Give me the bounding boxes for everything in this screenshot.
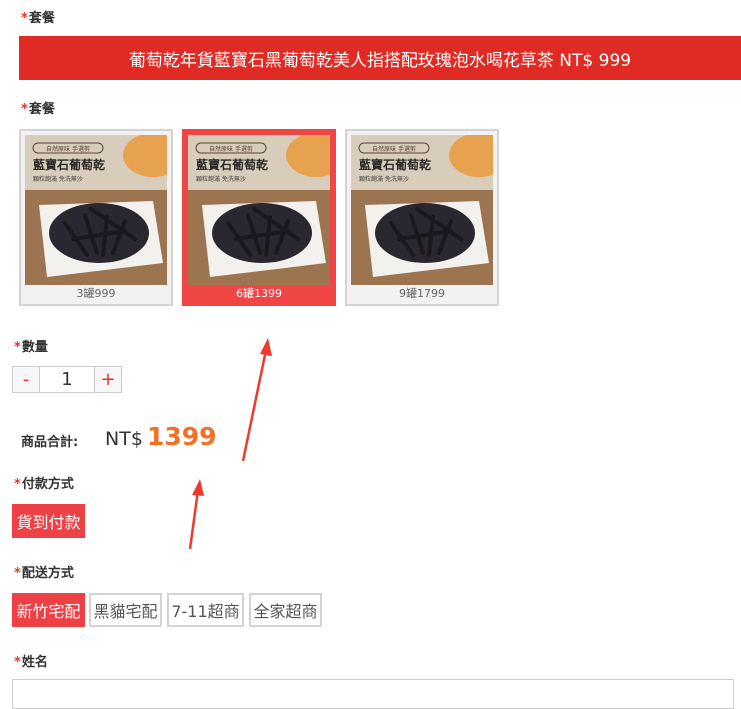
product-image-tagline: 自然原味 手選剪 bbox=[46, 145, 90, 153]
delivery-label: *配送方式 bbox=[14, 566, 74, 581]
package-banner[interactable]: 葡萄乾年貨藍寶石黑葡萄乾美人指搭配玫瑰泡水喝花草茶 NT$ 999 bbox=[19, 36, 741, 80]
package-caption: 9罐1799 bbox=[399, 287, 445, 300]
product-image: 自然原味 手選剪 藍寶石葡萄乾 顆粒飽滿 免洗無沙 bbox=[25, 135, 167, 285]
product-image-name: 藍寶石葡萄乾 bbox=[33, 157, 105, 172]
quantity-stepper: - 1 + bbox=[12, 366, 122, 393]
total-label: 商品合計: bbox=[21, 435, 79, 450]
arrow-up-icon bbox=[188, 479, 204, 550]
package-option-3-jars[interactable]: 自然原味 手選剪 藍寶石葡萄乾 顆粒飽滿 免洗無沙 3罐999 bbox=[19, 129, 173, 306]
delivery-option-black-cat[interactable]: 黑貓宅配 bbox=[89, 593, 162, 627]
package-caption: 3罐999 bbox=[76, 287, 116, 300]
total-currency: NT$ bbox=[105, 428, 143, 450]
total-amount: 1399 bbox=[147, 422, 217, 451]
product-image-subline: 顆粒飽滿 免洗無沙 bbox=[33, 175, 83, 183]
product-image-name: 藍寶石葡萄乾 bbox=[359, 157, 431, 172]
package-title-label: *套餐 bbox=[21, 11, 55, 26]
delivery-option-seven-eleven[interactable]: 7-11超商 bbox=[167, 593, 244, 627]
package-option-9-jars[interactable]: 自然原味 手選剪 藍寶石葡萄乾 顆粒飽滿 免洗無沙 9罐1799 bbox=[345, 129, 499, 306]
delivery-option-family-mart[interactable]: 全家超商 bbox=[249, 593, 322, 627]
annotation-arrows bbox=[188, 338, 272, 550]
payment-option-cod[interactable]: 貨到付款 bbox=[12, 504, 85, 538]
package-options-label: *套餐 bbox=[21, 102, 55, 117]
increment-button[interactable]: + bbox=[94, 367, 121, 392]
arrow-up-icon bbox=[241, 338, 272, 462]
product-image-tagline: 自然原味 手選剪 bbox=[209, 145, 253, 153]
package-caption: 6罐1399 bbox=[236, 287, 282, 300]
decrement-button[interactable]: - bbox=[13, 367, 40, 392]
name-input[interactable] bbox=[12, 679, 734, 709]
product-image: 自然原味 手選剪 藍寶石葡萄乾 顆粒飽滿 免洗無沙 bbox=[351, 135, 493, 285]
product-image-subline: 顆粒飽滿 免洗無沙 bbox=[359, 175, 409, 183]
product-image-name: 藍寶石葡萄乾 bbox=[196, 157, 268, 172]
product-image-tagline: 自然原味 手選剪 bbox=[372, 145, 416, 153]
quantity-input[interactable]: 1 bbox=[40, 367, 94, 392]
product-image: 自然原味 手選剪 藍寶石葡萄乾 顆粒飽滿 免洗無沙 bbox=[188, 135, 330, 285]
name-label: *姓名 bbox=[14, 655, 48, 670]
package-option-6-jars[interactable]: 自然原味 手選剪 藍寶石葡萄乾 顆粒飽滿 免洗無沙 6罐1399 bbox=[182, 129, 336, 306]
product-image-subline: 顆粒飽滿 免洗無沙 bbox=[196, 175, 246, 183]
payment-label: *付款方式 bbox=[14, 477, 74, 492]
delivery-option-hct[interactable]: 新竹宅配 bbox=[12, 593, 85, 627]
quantity-label: *數量 bbox=[14, 340, 48, 355]
